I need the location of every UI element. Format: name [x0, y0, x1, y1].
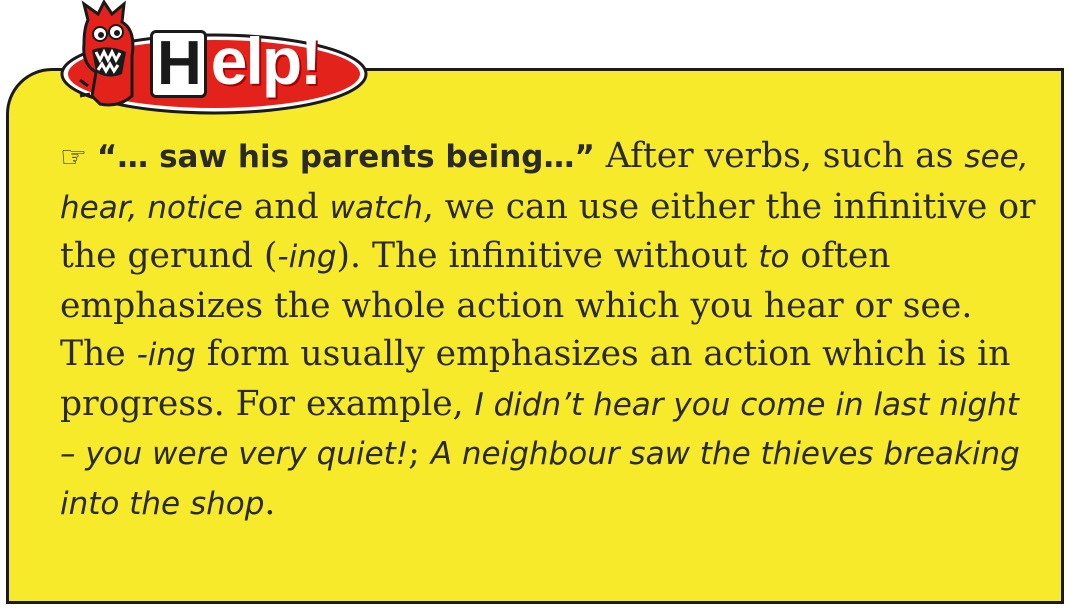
text-run: , [1018, 139, 1029, 175]
italic-term: watch [329, 189, 423, 226]
help-content: ☞ “… saw his parents being…” After verbs,… [60, 132, 1040, 528]
help-title: H elp! [150, 24, 322, 108]
paragraph-2: The -ing form usually emphasizes an acti… [60, 330, 1040, 528]
text-run: After verbs, such as [594, 136, 965, 176]
italic-term: to [758, 239, 790, 275]
text-run: . [264, 482, 276, 523]
italic-term: notice [147, 189, 243, 226]
italic-term: -ing [277, 239, 337, 275]
quote-phrase: “… saw his parents being…” [96, 139, 595, 175]
text-run: ). The infinitive without [336, 236, 759, 276]
text-run: ; [408, 433, 431, 473]
italic-term: hear [60, 189, 128, 226]
text-run: , [127, 189, 148, 226]
text-run: The [60, 334, 137, 374]
italic-term: see [964, 139, 1019, 175]
help-title-rest: elp! [210, 24, 322, 98]
red-monster-mascot-icon [79, 0, 135, 107]
text-run: and [242, 186, 330, 227]
pointing-hand-icon: ☞ [60, 140, 87, 175]
paragraph-1: ☞ “… saw his parents being…” After verbs,… [60, 132, 1040, 330]
help-title-h: H [150, 30, 207, 98]
italic-term: -ing [136, 337, 196, 373]
